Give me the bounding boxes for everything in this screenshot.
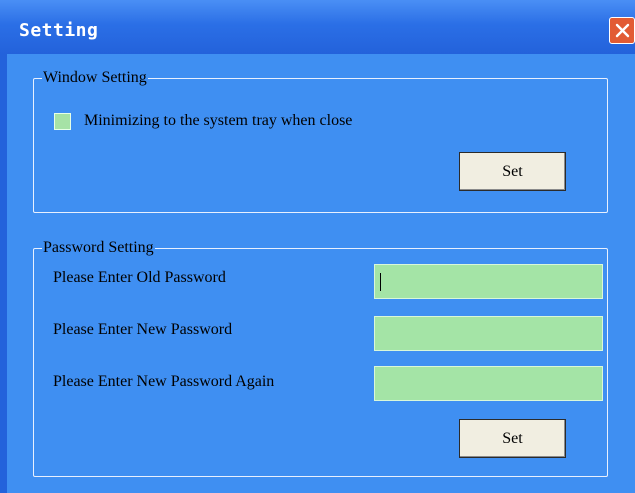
close-icon (615, 23, 630, 38)
new-password-label: Please Enter New Password (53, 321, 233, 338)
window-setting-group: Window Setting (33, 69, 608, 213)
password-setting-legend: Password Setting (43, 239, 154, 256)
title-bar[interactable]: Setting (0, 0, 635, 54)
minimize-to-tray-checkbox[interactable] (54, 113, 71, 130)
new-password-input[interactable] (374, 316, 603, 351)
window-frame-left (0, 54, 7, 493)
password-set-button[interactable]: Set (459, 419, 566, 458)
minimize-to-tray-label[interactable]: Minimizing to the system tray when close (84, 112, 352, 130)
window-title: Setting (19, 20, 99, 41)
confirm-password-input[interactable] (374, 366, 603, 401)
confirm-password-label: Please Enter New Password Again (53, 373, 275, 390)
close-button[interactable] (609, 17, 635, 44)
window-set-button[interactable]: Set (459, 152, 566, 191)
old-password-input[interactable] (374, 264, 603, 299)
text-caret (380, 273, 381, 291)
setting-dialog: Setting Window Setting Minimizing to the… (0, 0, 635, 493)
old-password-label: Please Enter Old Password (53, 269, 226, 286)
window-setting-legend: Window Setting (43, 69, 147, 86)
